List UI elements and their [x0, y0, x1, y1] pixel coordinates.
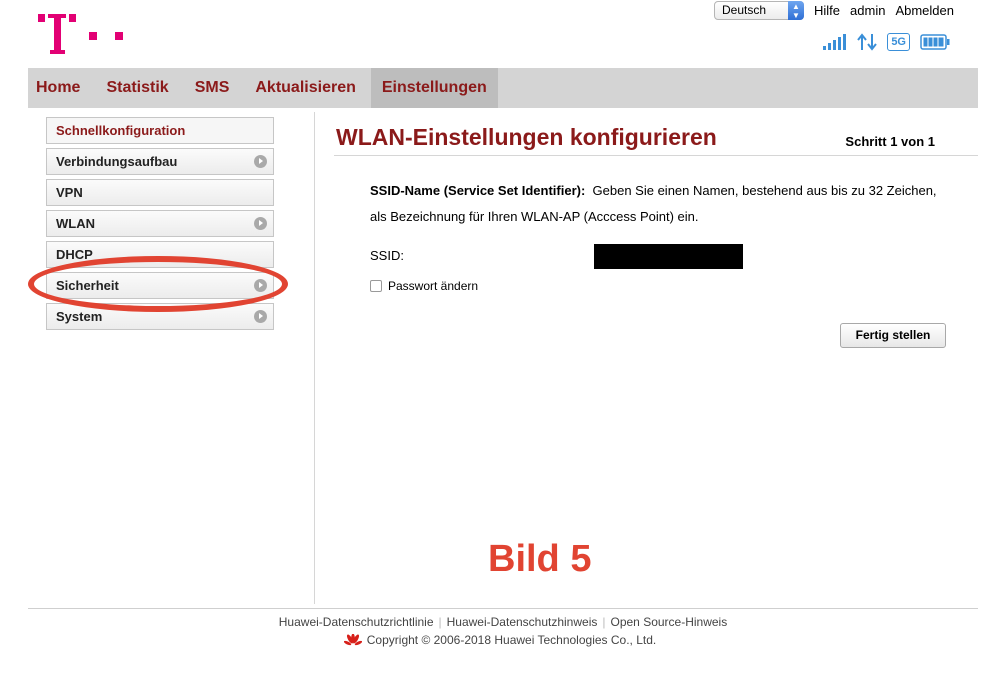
vertical-divider	[314, 112, 315, 604]
expand-arrow-icon	[254, 279, 267, 292]
language-select-value: Deutsch	[722, 2, 767, 17]
finish-button[interactable]: Fertig stellen	[840, 323, 946, 348]
sidebar-item-sicherheit[interactable]: Sicherheit	[46, 272, 274, 299]
sidebar-item-label: WLAN	[56, 216, 95, 231]
sidebar-item-vpn[interactable]: VPN	[46, 179, 274, 206]
password-change-label: Passwort ändern	[388, 279, 479, 293]
ssid-label: SSID:	[370, 248, 404, 263]
sidebar-item-label: System	[56, 309, 103, 324]
step-indicator: Schritt 1 von 1	[845, 134, 935, 149]
footer-link-datenschutzhinweis[interactable]: Huawei-Datenschutzhinweis	[447, 615, 598, 629]
sidebar-item-label: VPN	[56, 185, 83, 200]
sidebar-item-label: Schnellkonfiguration	[56, 123, 186, 138]
footer-link-open-source[interactable]: Open Source-Hinweis	[611, 615, 728, 629]
sidebar-menu: Schnellkonfiguration Verbindungsaufbau V…	[46, 117, 274, 334]
footer-link-datenschutzrichtlinie[interactable]: Huawei-Datenschutzrichtlinie	[279, 615, 434, 629]
sidebar-item-label: DHCP	[56, 247, 93, 262]
copyright-text: Copyright © 2006-2018 Huawei Technologie…	[366, 633, 657, 647]
sidebar-item-schnellkonfiguration[interactable]: Schnellkonfiguration	[46, 117, 274, 144]
user-name: admin	[850, 2, 886, 18]
expand-arrow-icon	[254, 310, 267, 323]
nav-aktualisieren[interactable]: Aktualisieren	[242, 68, 368, 108]
password-change-checkbox[interactable]	[370, 280, 382, 292]
logout-link[interactable]: Abmelden	[895, 3, 954, 18]
page-title: WLAN-Einstellungen konfigurieren	[336, 124, 717, 150]
help-link[interactable]: Hilfe	[814, 3, 840, 18]
ssid-input[interactable]	[594, 244, 743, 269]
select-arrow-icon: ▲ ▼	[788, 0, 805, 20]
ssid-description-heading: SSID-Name (Service Set Identifier):	[370, 183, 586, 198]
sidebar-item-verbindungsaufbau[interactable]: Verbindungsaufbau	[46, 148, 274, 175]
data-transfer-icon	[857, 33, 878, 51]
expand-arrow-icon	[254, 155, 267, 168]
sidebar-item-wlan[interactable]: WLAN	[46, 210, 274, 237]
sidebar-item-label: Verbindungsaufbau	[56, 154, 178, 169]
sidebar-item-label: Sicherheit	[56, 278, 119, 293]
copyright: Copyright © 2006-2018 Huawei Technologie…	[0, 633, 1000, 647]
password-change-row: Passwort ändern	[370, 279, 478, 293]
title-divider	[334, 155, 978, 156]
image-annotation-label: Bild 5	[488, 538, 592, 580]
sidebar-item-system[interactable]: System	[46, 303, 274, 330]
ssid-description: SSID-Name (Service Set Identifier): Gebe…	[370, 178, 950, 230]
status-icons: 5G	[823, 33, 950, 51]
main-navigation: Home Statistik SMS Aktualisieren Einstel…	[28, 68, 978, 108]
nav-statistik[interactable]: Statistik	[93, 68, 181, 108]
network-5g-label: 5G	[891, 36, 906, 48]
nav-sms[interactable]: SMS	[182, 68, 243, 108]
top-bar: Deutsch ▲ ▼ Hilfe admin Abmelden	[714, 0, 954, 20]
battery-icon	[920, 34, 950, 50]
network-5g-icon: 5G	[887, 33, 910, 51]
signal-strength-icon	[823, 34, 847, 50]
language-select[interactable]: Deutsch ▲ ▼	[714, 0, 805, 20]
expand-arrow-icon	[254, 217, 267, 230]
sidebar-item-dhcp[interactable]: DHCP	[46, 241, 274, 268]
telekom-logo	[38, 14, 128, 56]
nav-home[interactable]: Home	[28, 68, 93, 108]
nav-einstellungen[interactable]: Einstellungen	[370, 68, 498, 108]
footer-links: Huawei-Datenschutzrichtlinie | Huawei-Date…	[278, 615, 728, 629]
footer-divider	[28, 608, 978, 609]
huawei-logo-icon	[343, 634, 362, 646]
